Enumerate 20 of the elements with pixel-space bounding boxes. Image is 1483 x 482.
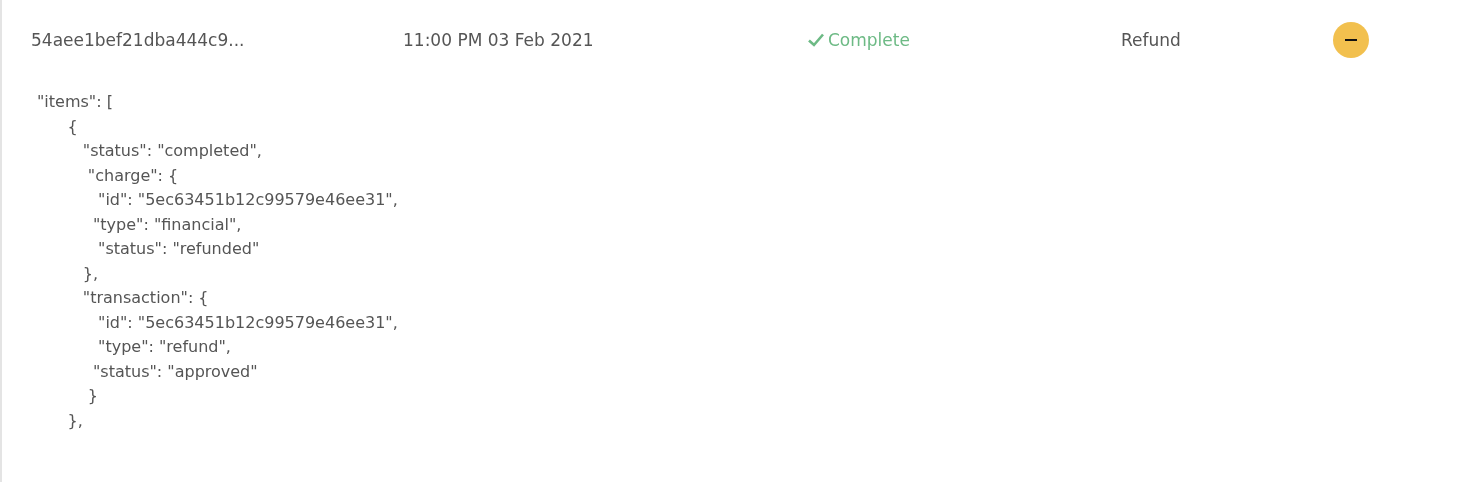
status-label: Complete — [807, 30, 910, 50]
code-line: }, — [66, 409, 83, 432]
code-line: "id": "5ec63451b12c99579e46ee31", — [97, 189, 398, 211]
code-line: "status": "completed", — [81, 140, 262, 162]
code-line: "charge": { — [86, 164, 179, 187]
code-line: "transaction": { — [81, 287, 209, 309]
check-icon — [807, 32, 825, 48]
collapse-button[interactable] — [1333, 22, 1369, 58]
code-line: }, — [81, 262, 99, 285]
transaction-id: 54aee1bef21dba444c9... — [31, 30, 245, 50]
transaction-type: Refund — [1121, 30, 1181, 50]
code-line: "items": [ — [37, 91, 113, 113]
code-line: } — [86, 385, 99, 407]
code-line: "type": "refund", — [97, 336, 231, 358]
code-line: "status": "refunded" — [97, 238, 260, 260]
code-line: "status": "approved" — [91, 360, 258, 383]
code-line: "id": "5ec63451b12c99579e46ee31", — [97, 311, 398, 334]
code-line: "type": "financial", — [91, 213, 242, 236]
transaction-date: 11:00 PM 03 Feb 2021 — [403, 30, 594, 50]
code-line: { — [66, 115, 78, 138]
